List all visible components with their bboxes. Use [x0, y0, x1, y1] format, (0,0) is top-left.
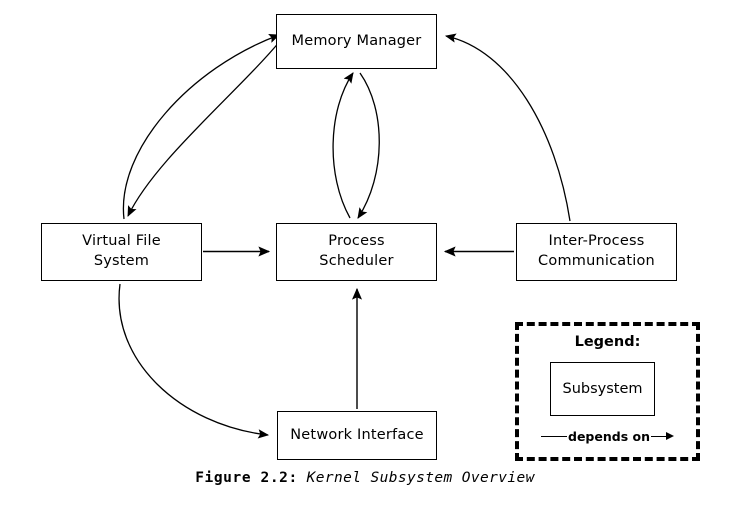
- edge-process-scheduler-to-memory-manager: [332, 72, 354, 219]
- node-virtual-file-system[interactable]: Virtual File System: [41, 223, 202, 281]
- legend-title: Legend:: [574, 334, 641, 350]
- node-inter-process-communication-label: Inter-Process Communication: [538, 233, 655, 269]
- edge-vfs-to-network-interface: [118, 283, 270, 439]
- node-process-scheduler-label: Process Scheduler: [319, 233, 394, 269]
- legend-subsystem-label: Subsystem: [562, 381, 643, 397]
- edge-ipc-to-memory-manager: [444, 33, 571, 222]
- edge-memory-manager-to-vfs: [127, 39, 282, 217]
- arrow-head-icon: [665, 432, 674, 440]
- edge-vfs-to-memory-manager: [122, 34, 280, 220]
- node-memory-manager-label: Memory Manager: [291, 32, 422, 49]
- node-network-interface[interactable]: Network Interface: [277, 411, 437, 460]
- legend-subsystem-sample: Subsystem: [550, 362, 655, 416]
- figure-caption-title: Kernel Subsystem Overview: [306, 470, 535, 486]
- legend-edge-label: depends on: [568, 428, 650, 444]
- legend-box: Legend: Subsystem depends on: [515, 322, 700, 461]
- node-process-scheduler[interactable]: Process Scheduler: [276, 223, 437, 281]
- edge-memory-manager-to-process-scheduler: [357, 72, 380, 219]
- node-inter-process-communication[interactable]: Inter-Process Communication: [516, 223, 677, 281]
- node-virtual-file-system-label: Virtual File System: [82, 233, 161, 269]
- legend-line-left: [541, 435, 567, 437]
- node-memory-manager[interactable]: Memory Manager: [276, 14, 437, 69]
- figure-canvas: Memory Manager Virtual File System Proce…: [0, 0, 730, 507]
- node-network-interface-label: Network Interface: [290, 426, 424, 443]
- legend-line-right: [650, 435, 667, 437]
- figure-caption: Figure 2.2: Kernel Subsystem Overview: [0, 470, 730, 486]
- figure-caption-number: Figure 2.2:: [195, 470, 298, 486]
- legend-edge-sample: depends on: [541, 425, 681, 447]
